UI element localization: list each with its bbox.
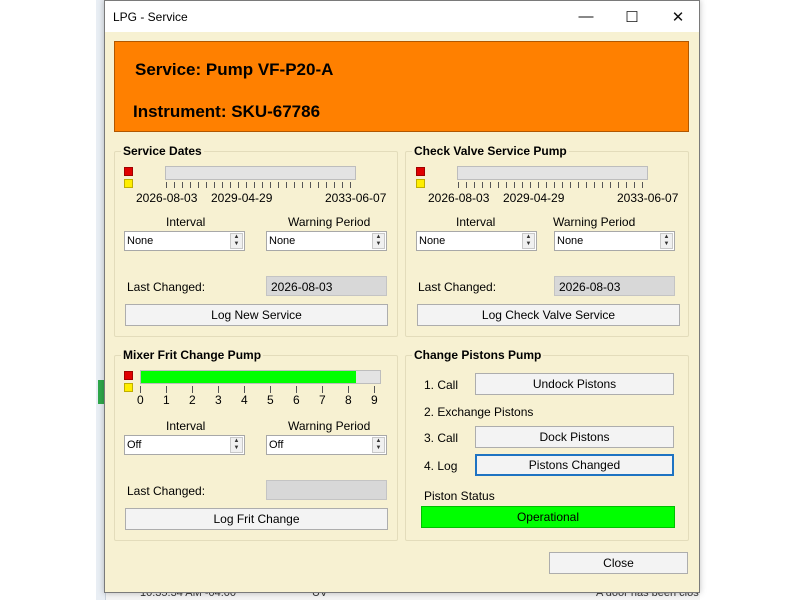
spinner-arrows-icon[interactable]: ▲ ▼: [522, 233, 535, 249]
service-dates-end-date: 2033-06-07: [325, 191, 387, 205]
spinner-arrows-icon[interactable]: ▲ ▼: [372, 233, 385, 249]
service-name: Service: Pump VF-P20-A: [135, 60, 334, 79]
warning-indicator-icon: [416, 179, 425, 188]
change-pistons-title: Change Pistons Pump: [412, 348, 544, 362]
frit-interval-spinner[interactable]: Off ▲ ▼: [124, 435, 245, 455]
service-dates-title: Service Dates: [121, 144, 204, 158]
spinner-arrows-icon[interactable]: ▲ ▼: [660, 233, 673, 249]
check-valve-group: Check Valve Service Pump 2026-08-03 2029…: [405, 144, 689, 337]
interval-value: Off: [127, 439, 142, 451]
interval-label: Interval: [456, 215, 496, 229]
close-button[interactable]: Close: [549, 552, 688, 574]
step1-label: 1. Call: [424, 378, 459, 392]
check-valve-title: Check Valve Service Pump: [412, 144, 569, 158]
log-new-service-button[interactable]: Log New Service: [125, 304, 388, 326]
service-dates-ticks: [166, 182, 356, 188]
scale-tick-label: 9: [371, 393, 378, 407]
title-bar[interactable]: LPG - Service — ☐ ✕: [105, 1, 699, 32]
warning-period-value: Off: [269, 439, 284, 451]
mixer-frit-ticks: [140, 386, 381, 393]
interval-value: None: [127, 235, 154, 247]
check-valve-interval-spinner[interactable]: None ▲ ▼: [416, 231, 537, 251]
overdue-indicator-icon: [416, 167, 425, 176]
last-changed-value: 2026-08-03: [559, 280, 621, 294]
warning-period-label: Warning Period: [288, 215, 371, 229]
spinner-arrows-icon[interactable]: ▲ ▼: [372, 437, 385, 453]
last-changed-label: Last Changed:: [127, 484, 206, 498]
last-changed-value: 2026-08-03: [271, 280, 333, 294]
last-changed-field: 2026-08-03: [554, 276, 675, 296]
check-valve-progress-bar: [457, 166, 648, 180]
scale-tick-label: 1: [163, 393, 170, 407]
warning-period-value: None: [557, 235, 584, 247]
scale-tick-label: 2: [189, 393, 196, 407]
pistons-changed-button[interactable]: Pistons Changed: [475, 454, 674, 476]
step2-label: 2. Exchange Pistons: [424, 405, 534, 419]
service-dialog: LPG - Service — ☐ ✕ Service: Pump VF-P20…: [104, 0, 700, 593]
scale-tick-label: 4: [241, 393, 248, 407]
overdue-indicator-icon: [124, 167, 133, 176]
overdue-indicator-icon: [124, 371, 133, 380]
last-changed-field: 2026-08-03: [266, 276, 387, 296]
scale-tick-label: 5: [267, 393, 274, 407]
log-check-valve-service-button[interactable]: Log Check Valve Service: [417, 304, 680, 326]
check-valve-mid-date: 2029-04-29: [503, 191, 565, 205]
check-valve-end-date: 2033-06-07: [617, 191, 679, 205]
close-window-button[interactable]: ✕: [655, 1, 701, 32]
piston-status-indicator: Operational: [421, 506, 675, 528]
check-valve-start-date: 2026-08-03: [428, 191, 490, 205]
last-changed-label: Last Changed:: [127, 280, 206, 294]
check-valve-ticks: [458, 182, 648, 188]
mixer-frit-title: Mixer Frit Change Pump: [121, 348, 264, 362]
scale-tick-label: 0: [137, 393, 144, 407]
step3-label: 3. Call: [424, 431, 459, 445]
warning-period-value: None: [269, 235, 296, 247]
check-valve-warning-spinner[interactable]: None ▲ ▼: [554, 231, 675, 251]
service-dates-start-date: 2026-08-03: [136, 191, 198, 205]
interval-label: Interval: [166, 419, 206, 433]
interval-value: None: [419, 235, 446, 247]
mixer-frit-group: Mixer Frit Change Pump 0 1 2 3 4 5 6 7 8 9 Interv…: [114, 348, 398, 541]
change-pistons-group: Change Pistons Pump 1. Call Undock Pisto…: [405, 348, 689, 541]
service-dates-group: Service Dates 2026-08-03 2029-04-29 2033…: [114, 144, 398, 337]
mixer-frit-progress-bar: [140, 370, 381, 384]
scale-tick-label: 7: [319, 393, 326, 407]
service-dates-mid-date: 2029-04-29: [211, 191, 273, 205]
service-header-banner: Service: Pump VF-P20-A Instrument: SKU-6…: [114, 41, 689, 132]
scale-tick-label: 8: [345, 393, 352, 407]
scale-tick-label: 6: [293, 393, 300, 407]
step4-label: 4. Log: [424, 459, 458, 473]
last-changed-label: Last Changed:: [418, 280, 497, 294]
last-changed-field: [266, 480, 387, 500]
warning-period-spinner[interactable]: None ▲ ▼: [266, 231, 387, 251]
warning-indicator-icon: [124, 179, 133, 188]
undock-pistons-button[interactable]: Undock Pistons: [475, 373, 674, 395]
minimize-button[interactable]: —: [563, 1, 609, 32]
dock-pistons-button[interactable]: Dock Pistons: [475, 426, 674, 448]
warning-period-label: Warning Period: [288, 419, 371, 433]
service-dates-progress-bar: [165, 166, 356, 180]
spinner-arrows-icon[interactable]: ▲ ▼: [230, 233, 243, 249]
log-frit-change-button[interactable]: Log Frit Change: [125, 508, 388, 530]
interval-spinner[interactable]: None ▲ ▼: [124, 231, 245, 251]
warning-period-label: Warning Period: [553, 215, 636, 229]
maximize-button[interactable]: ☐: [609, 1, 655, 32]
interval-label: Interval: [166, 215, 206, 229]
spinner-arrows-icon[interactable]: ▲ ▼: [230, 437, 243, 453]
mixer-frit-progress-fill: [141, 371, 357, 383]
piston-status-label: Piston Status: [424, 489, 495, 503]
warning-indicator-icon: [124, 383, 133, 392]
window-title: LPG - Service: [113, 10, 188, 24]
scale-tick-label: 3: [215, 393, 222, 407]
frit-warning-spinner[interactable]: Off ▲ ▼: [266, 435, 387, 455]
instrument-name: Instrument: SKU-67786: [133, 102, 321, 121]
